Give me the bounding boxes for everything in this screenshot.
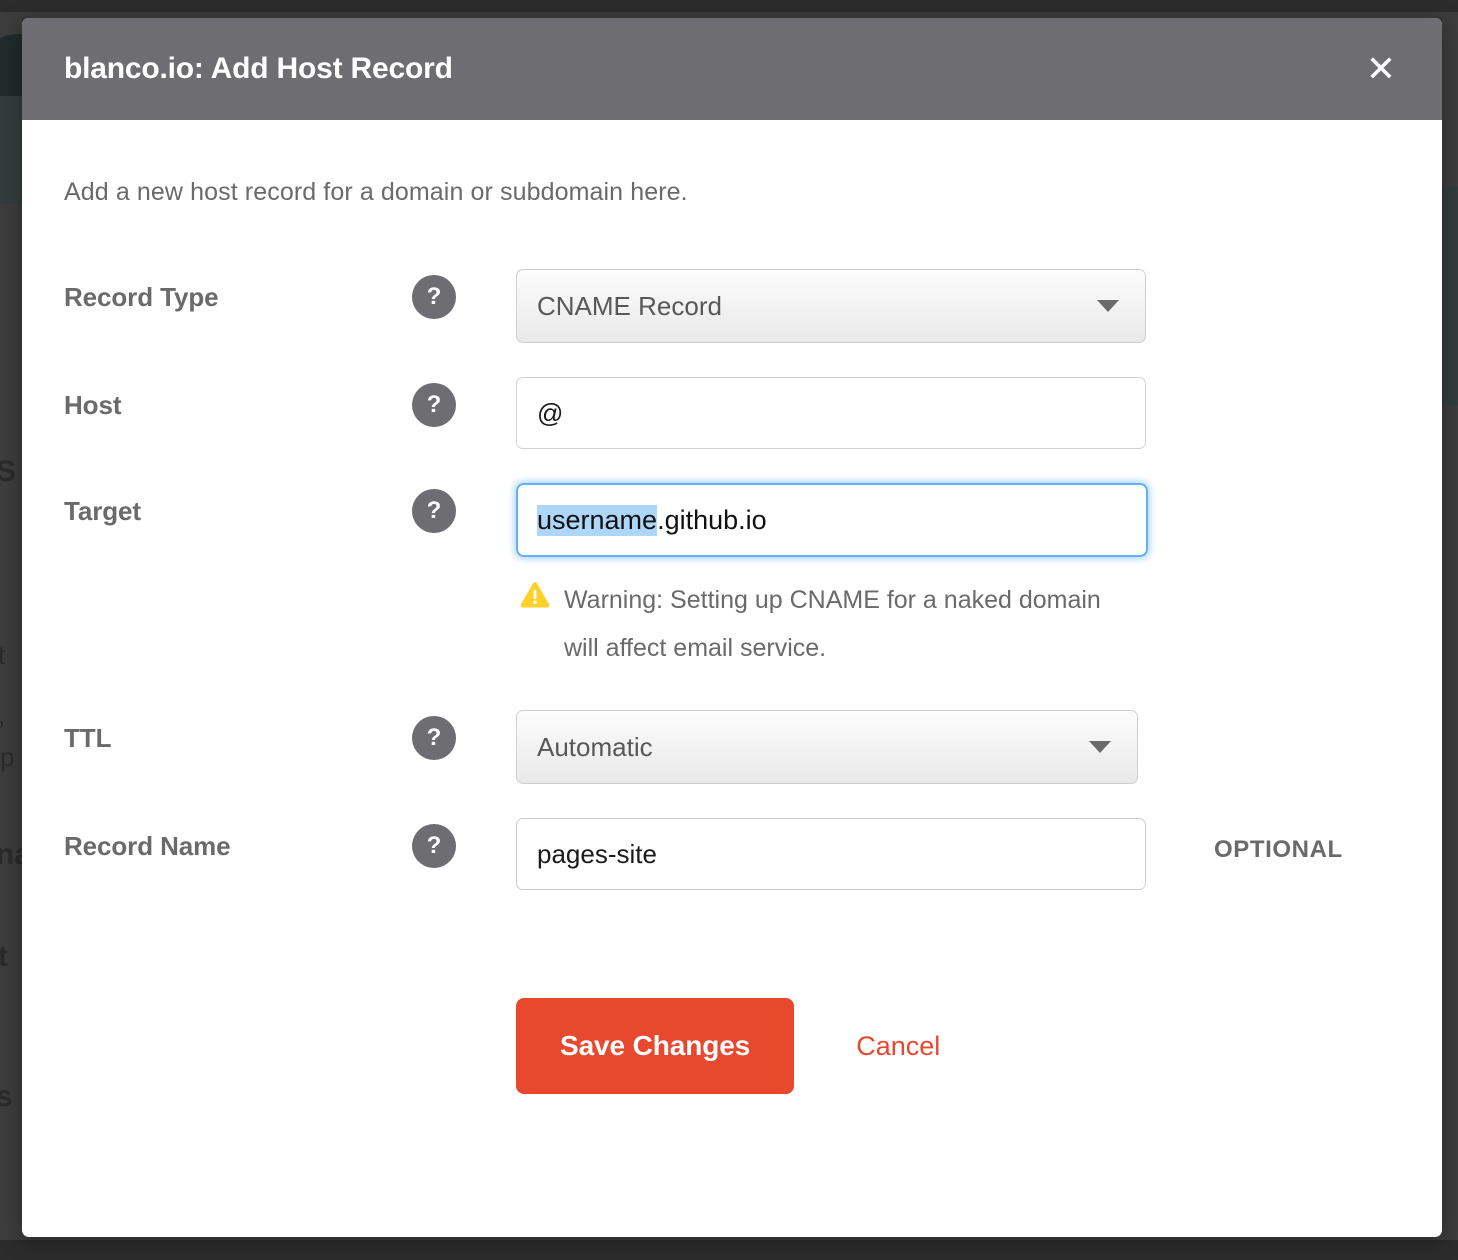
close-icon[interactable]: ✕ <box>1358 47 1404 91</box>
field-wrap-target: username .github.io Warning: Setting up C… <box>516 483 1400 672</box>
warning-triangle-icon <box>520 581 550 613</box>
form-row-record-type: Record Type ? CNAME Record <box>64 269 1400 343</box>
backdrop-band-bottom <box>0 1240 1458 1260</box>
label-record-type: Record Type <box>64 282 219 312</box>
help-icon-host[interactable]: ? <box>412 383 456 427</box>
host-input[interactable] <box>516 377 1146 449</box>
help-icon-target[interactable]: ? <box>412 489 456 533</box>
record-name-input[interactable] <box>516 818 1146 890</box>
target-input[interactable]: username .github.io <box>516 483 1148 557</box>
backdrop-strip-right-a <box>1442 186 1458 406</box>
add-host-record-dialog: blanco.io: Add Host Record ✕ Add a new h… <box>22 18 1442 1237</box>
label-ttl: TTL <box>64 723 112 753</box>
backdrop-ghost-text-1: S <box>0 455 17 488</box>
form-row-record-name: Record Name ? OPTIONAL <box>64 818 1400 890</box>
target-selected-text: username <box>537 504 658 536</box>
help-icon-record-name[interactable]: ? <box>412 824 456 868</box>
label-record-name: Record Name <box>64 831 231 861</box>
field-wrap-ttl: Automatic <box>516 710 1400 784</box>
ttl-value: Automatic <box>537 731 653 762</box>
cancel-link[interactable]: Cancel <box>856 1031 940 1062</box>
label-target: Target <box>64 496 141 526</box>
chevron-down-icon <box>1097 300 1119 312</box>
backdrop-strip-left-a <box>0 96 24 204</box>
dialog-description: Add a new host record for a domain or su… <box>64 178 688 206</box>
record-type-select[interactable]: CNAME Record <box>516 269 1146 343</box>
label-host: Host <box>64 390 122 420</box>
chevron-down-icon <box>1089 741 1111 753</box>
optional-badge: OPTIONAL <box>1214 836 1343 863</box>
dialog-actions: Save Changes Cancel <box>64 998 1400 1094</box>
backdrop-ghost-text-7: s <box>0 1080 13 1113</box>
dialog-header: blanco.io: Add Host Record ✕ <box>22 18 1442 120</box>
target-remainder-text: .github.io <box>657 504 767 535</box>
help-icon-ttl[interactable]: ? <box>412 716 456 760</box>
form-row-target: Target ? username .github.io Warning: Set… <box>64 483 1400 672</box>
field-wrap-host <box>516 377 1400 449</box>
help-icon-record-type[interactable]: ? <box>412 275 456 319</box>
backdrop-ghost-text-6: t <box>0 940 8 973</box>
record-type-value: CNAME Record <box>537 290 722 321</box>
backdrop-ghost-text-4: p <box>0 742 15 772</box>
dialog-title: blanco.io: Add Host Record <box>64 52 453 85</box>
ttl-select[interactable]: Automatic <box>516 710 1138 784</box>
backdrop-band-top <box>0 0 1458 12</box>
field-wrap-record-name: OPTIONAL <box>516 818 1400 890</box>
target-warning-text: Warning: Setting up CNAME for a naked do… <box>564 586 1101 662</box>
backdrop-ghost-text-2: t <box>0 640 6 670</box>
form-row-ttl: TTL ? Automatic <box>64 710 1400 784</box>
form-row-host: Host ? <box>64 377 1400 449</box>
dialog-body: Add a new host record for a domain or su… <box>22 120 1442 1094</box>
field-wrap-record-type: CNAME Record <box>516 269 1400 343</box>
target-warning: Warning: Setting up CNAME for a naked do… <box>520 577 1130 672</box>
backdrop-ghost-text-3: , <box>0 700 5 731</box>
save-changes-button[interactable]: Save Changes <box>516 998 795 1094</box>
